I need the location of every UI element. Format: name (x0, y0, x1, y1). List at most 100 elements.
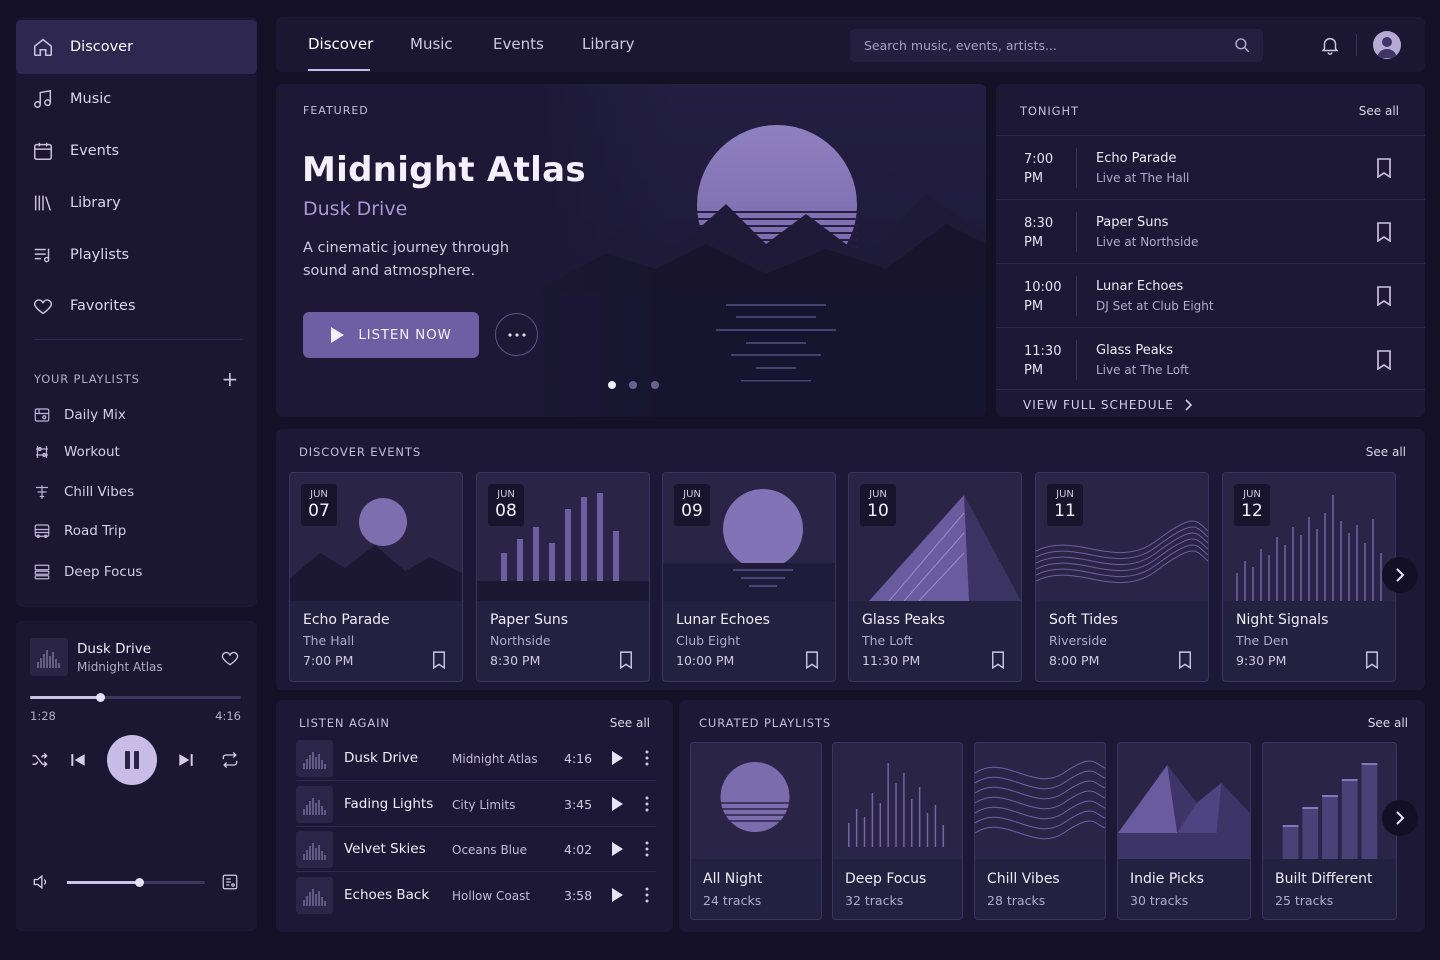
tab-music[interactable]: Music (410, 35, 453, 53)
discover-events-see-all-link[interactable]: See all (1366, 445, 1406, 459)
event-day: 09 (681, 501, 703, 521)
event-time-ampm: PM (1024, 235, 1044, 250)
play-icon[interactable] (610, 751, 624, 765)
heart-icon[interactable] (220, 648, 240, 668)
nav-item-events[interactable]: Events (16, 124, 257, 178)
event-card[interactable]: JUN 07 Echo Parade The Hall 7:00 PM (289, 472, 463, 682)
event-card[interactable]: JUN 10 Glass Peaks The Loft 11:30 PM (848, 472, 1022, 682)
carousel-dot[interactable] (629, 381, 637, 389)
tonight-see-all-link[interactable]: See all (1359, 104, 1399, 118)
bookmark-icon[interactable] (1364, 651, 1380, 669)
curated-playlists-see-all-link[interactable]: See all (1368, 716, 1408, 730)
volume-handle[interactable] (134, 878, 144, 887)
bookmark-icon[interactable] (804, 651, 820, 669)
track-duration: 4:16 (564, 751, 593, 766)
progress-bar[interactable] (30, 693, 241, 702)
playlist-card[interactable]: Indie Picks 30 tracks (1117, 742, 1251, 920)
play-icon[interactable] (610, 797, 624, 811)
playlists-next-button[interactable] (1382, 800, 1418, 836)
event-time: 10:00 PM (1024, 278, 1064, 316)
search-icon[interactable] (1233, 36, 1251, 54)
curated-playlists-label: CURATED PLAYLISTS (699, 716, 832, 730)
tonight-row[interactable]: 7:00 PM Echo Parade Live at The Hall (996, 135, 1425, 199)
playlist-card[interactable]: Deep Focus 32 tracks (832, 742, 963, 920)
bookmark-icon[interactable] (1375, 286, 1393, 306)
track-row[interactable]: Echoes Back Hollow Coast 3:58 (296, 873, 656, 918)
nav-item-playlists[interactable]: Playlists (16, 228, 257, 282)
more-vertical-icon[interactable] (640, 750, 654, 766)
next-icon[interactable] (176, 750, 196, 770)
tonight-row[interactable]: 10:00 PM Lunar Echoes DJ Set at Club Eigh… (996, 263, 1425, 327)
track-title: Fading Lights (344, 796, 434, 812)
event-name: Glass Peaks (1096, 343, 1173, 358)
more-options-button[interactable] (495, 313, 538, 356)
tab-discover[interactable]: Discover (308, 35, 373, 53)
tonight-row[interactable]: 11:30 PM Glass Peaks Live at The Loft (996, 327, 1425, 391)
sidebar-playlist-workout[interactable]: Workout (16, 434, 120, 470)
play-icon[interactable] (610, 842, 624, 856)
volume-icon[interactable] (31, 872, 51, 892)
more-vertical-icon[interactable] (640, 887, 654, 903)
playlist-card[interactable]: Built Different 25 tracks (1262, 742, 1397, 920)
listen-again-see-all-link[interactable]: See all (610, 716, 650, 730)
play-icon[interactable] (610, 888, 624, 902)
listen-now-button[interactable]: LISTEN NOW (303, 312, 479, 358)
event-month: JUN (683, 489, 701, 500)
add-playlist-icon[interactable]: + (221, 369, 239, 389)
queue-icon[interactable] (221, 873, 239, 891)
event-card[interactable]: JUN 09 Lunar Echoes Club Eight 10:00 PM (662, 472, 836, 682)
bookmark-icon[interactable] (990, 651, 1006, 669)
sidebar-playlist-chill-vibes[interactable]: Chill Vibes (16, 474, 134, 510)
nav-item-discover[interactable]: Discover (16, 20, 257, 74)
nav-item-favorites[interactable]: Favorites (16, 279, 257, 333)
avatar[interactable] (1373, 31, 1401, 59)
bookmark-icon[interactable] (618, 651, 634, 669)
sidebar-playlist-road-trip[interactable]: Road Trip (16, 513, 126, 549)
bookmark-icon[interactable] (1177, 651, 1193, 669)
nav-item-library[interactable]: Library (16, 176, 257, 230)
playlist-card[interactable]: All Night 24 tracks (690, 742, 822, 920)
sidebar-playlist-deep-focus[interactable]: Deep Focus (16, 554, 142, 590)
progress-handle[interactable] (95, 693, 105, 702)
track-row[interactable]: Dusk Drive Midnight Atlas 4:16 (296, 736, 656, 781)
shuffle-icon[interactable] (30, 750, 50, 770)
volume-slider[interactable] (67, 878, 205, 887)
event-name: Echo Parade (1096, 151, 1177, 166)
bookmark-icon[interactable] (1375, 158, 1393, 178)
listen-now-label: LISTEN NOW (358, 327, 452, 343)
event-card[interactable]: JUN 08 Paper Suns Northside 8:30 PM (476, 472, 650, 682)
divider (1076, 340, 1077, 380)
previous-icon[interactable] (68, 750, 88, 770)
track-row[interactable]: Fading Lights City Limits 3:45 (296, 782, 656, 827)
nav-item-music[interactable]: Music (16, 72, 257, 126)
tab-library[interactable]: Library (582, 35, 634, 53)
event-date-badge: JUN 07 (301, 484, 337, 526)
tonight-panel: TONIGHT See all 7:00 PM Echo Parade Live … (996, 84, 1425, 417)
event-card[interactable]: JUN 12 Night Signals The Den 9:30 PM (1222, 472, 1396, 682)
featured-banner: FEATURED Midnight Atlas Dusk Drive A cin… (276, 84, 986, 417)
repeat-icon[interactable] (220, 750, 240, 770)
more-vertical-icon[interactable] (640, 796, 654, 812)
tab-events[interactable]: Events (493, 35, 544, 53)
bell-icon[interactable] (1319, 34, 1341, 56)
search-input[interactable] (850, 29, 1263, 62)
carousel-dot[interactable] (608, 381, 616, 389)
curated-playlists-section: CURATED PLAYLISTS See all All Night 24 t… (679, 700, 1425, 932)
tonight-label: TONIGHT (1020, 104, 1079, 118)
event-name: Glass Peaks (862, 612, 945, 628)
playlist-card[interactable]: Chill Vibes 28 tracks (974, 742, 1106, 920)
event-card[interactable]: JUN 11 Soft Tides Riverside 8:00 PM (1035, 472, 1209, 682)
events-next-button[interactable] (1382, 557, 1418, 593)
event-name: Lunar Echoes (676, 612, 770, 628)
pause-button[interactable] (107, 735, 157, 785)
sidebar-playlist-daily-mix[interactable]: Daily Mix (16, 397, 126, 433)
more-vertical-icon[interactable] (640, 841, 654, 857)
tonight-row[interactable]: 8:30 PM Paper Suns Live at Northside (996, 199, 1425, 263)
bookmark-icon[interactable] (1375, 222, 1393, 242)
bookmark-icon[interactable] (1375, 350, 1393, 370)
nav-label: Favorites (70, 298, 136, 314)
bookmark-icon[interactable] (431, 651, 447, 669)
view-full-schedule-link[interactable]: VIEW FULL SCHEDULE (1023, 398, 1192, 412)
carousel-dot[interactable] (651, 381, 659, 389)
track-row[interactable]: Velvet Skies Oceans Blue 4:02 (296, 827, 656, 872)
